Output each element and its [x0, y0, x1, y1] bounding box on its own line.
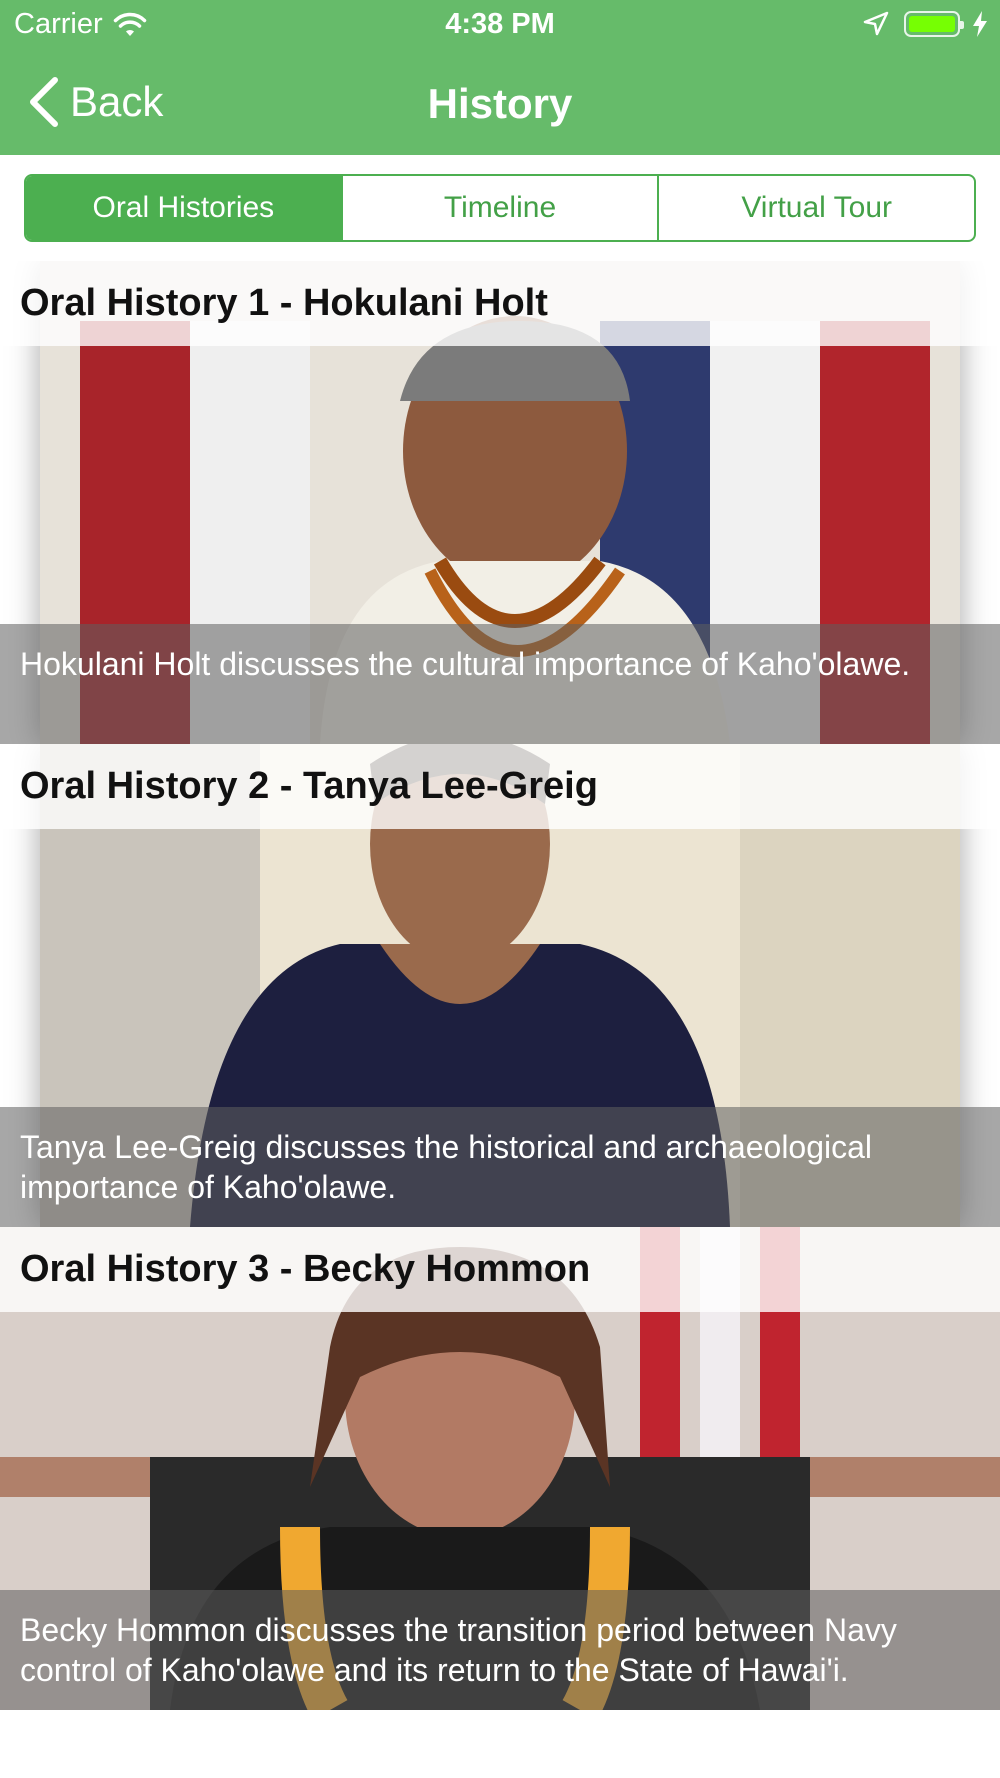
list-item[interactable]: Oral History 3 - Becky Hommon Becky Homm…: [0, 1227, 1000, 1710]
header: Carrier 4:38 PM Back History: [0, 0, 1000, 155]
charging-bolt-icon: [973, 11, 987, 37]
tab-virtual-tour[interactable]: Virtual Tour: [657, 176, 974, 240]
location-arrow-icon: [863, 11, 889, 36]
card-title: Oral History 3 - Becky Hommon: [20, 1248, 591, 1290]
card-title: Oral History 2 - Tanya Lee-Greig: [20, 765, 598, 807]
tab-timeline[interactable]: Timeline: [340, 176, 658, 240]
oral-history-list: Oral History 1 - Hokulani Holt Hokulani …: [0, 261, 1000, 1710]
list-item[interactable]: Oral History 1 - Hokulani Holt Hokulani …: [0, 261, 1000, 744]
tab-oral-histories[interactable]: Oral Histories: [26, 176, 341, 240]
list-item[interactable]: Oral History 2 - Tanya Lee-Greig Tanya L…: [0, 744, 1000, 1227]
card-title: Oral History 1 - Hokulani Holt: [20, 282, 548, 324]
status-bar: Carrier 4:38 PM: [0, 0, 1000, 50]
navigation-bar: Back History: [0, 50, 1000, 155]
battery-icon: [904, 11, 964, 37]
status-time: 4:38 PM: [445, 8, 555, 40]
segmented-control: Oral Histories Timeline Virtual Tour: [24, 174, 976, 242]
card-description: Becky Hommon discusses the transition pe…: [20, 1612, 897, 1688]
card-description: Hokulani Holt discusses the cultural imp…: [20, 646, 911, 682]
page-title: History: [427, 80, 573, 127]
card-description: Tanya Lee-Greig discusses the historical…: [20, 1129, 873, 1205]
